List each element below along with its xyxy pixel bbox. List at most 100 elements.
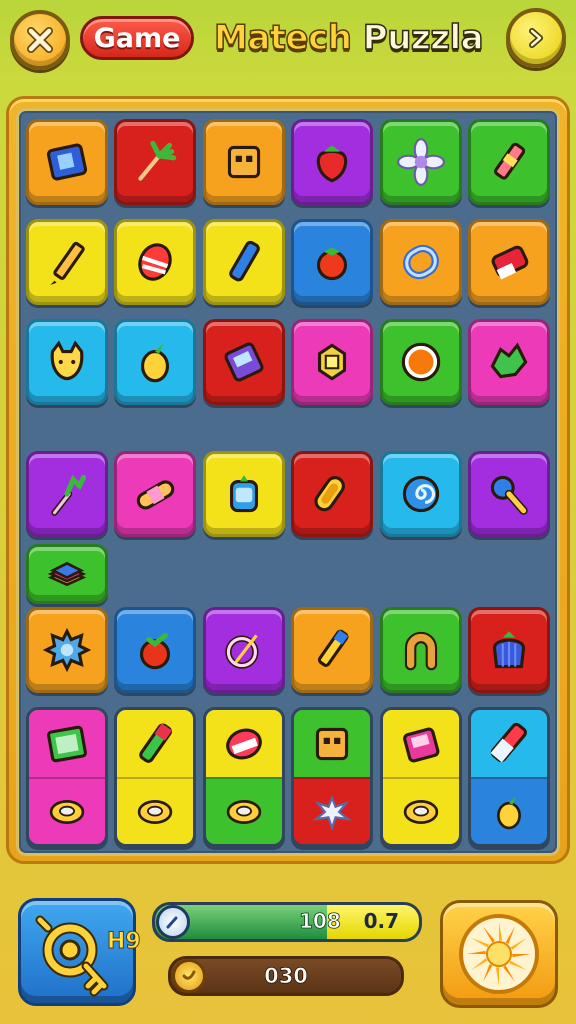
tile[interactable] [114,607,197,693]
flower-icon [394,135,448,189]
arrow-right-icon [529,28,543,48]
cube-box-icon [305,717,359,771]
battery-icon [482,717,536,771]
crayon-icon [482,135,536,189]
blue-book-icon [40,135,94,189]
strawberry-icon [305,135,359,189]
power-up-count: H9 [107,929,142,955]
striped-bag-icon [482,623,536,677]
red-eraser-icon [482,235,536,289]
rattle-icon [482,467,536,521]
tile[interactable] [25,607,108,693]
next-button[interactable] [506,8,566,68]
tile-bottom-half [28,777,105,844]
tile[interactable] [379,607,462,693]
ring-donut-icon [44,789,90,835]
power-up-button[interactable]: H9 [18,898,141,1006]
tile[interactable] [379,119,462,205]
tile[interactable] [468,451,551,537]
tile[interactable] [291,319,374,405]
stacked-tile[interactable] [25,707,108,847]
gear-splat-icon [40,623,94,677]
tile[interactable] [202,219,285,305]
stacked-tile[interactable] [114,707,197,847]
orange-coin-icon [394,335,448,389]
gem-block-icon [305,335,359,389]
cube-box-icon [217,135,271,189]
title-word-1: Matech [213,17,352,59]
stacked-tile[interactable] [202,707,285,847]
pink-box-icon [394,717,448,771]
radish-icon [40,467,94,521]
tile-bottom-half [382,777,459,844]
tile-top-half [117,710,194,777]
puzzle-board [16,108,560,856]
progress-side-value: 0.7 [363,909,399,933]
tile[interactable] [379,319,462,405]
horseshoe-icon [394,623,448,677]
paperclip-icon [394,235,448,289]
tile[interactable] [202,451,285,537]
bandage-icon [128,467,182,521]
tile[interactable] [114,119,197,205]
tile[interactable] [202,607,285,693]
tile[interactable] [468,607,551,693]
coin-icon [172,959,206,993]
tile[interactable] [379,219,462,305]
game-title: Matech Puzzla [213,14,484,62]
tile[interactable] [468,219,551,305]
close-icon [27,27,53,53]
tile[interactable] [25,219,108,305]
close-button[interactable] [10,10,70,70]
progress-bar: 108 0.7 [152,902,422,942]
pencil-icon [40,235,94,289]
ring-donut-icon [221,789,267,835]
leaf-icon [482,335,536,389]
lemon-icon [128,335,182,389]
stacked-tile[interactable] [379,707,462,847]
tile[interactable] [114,219,197,305]
tomato-icon [305,235,359,289]
cat-face-icon [40,335,94,389]
tile[interactable] [291,219,374,305]
bottom-bar: H9 108 0.7 030 [0,872,576,1024]
lemon-icon [486,789,532,835]
tile[interactable] [202,119,285,205]
tile-bottom-half [294,777,371,844]
stacked-tile[interactable] [468,707,551,847]
bomb-button[interactable] [440,900,558,1008]
tile[interactable] [25,451,108,537]
tile[interactable] [114,451,197,537]
stacked-tile[interactable] [291,707,374,847]
tile[interactable] [468,319,551,405]
tile[interactable] [114,319,197,405]
paint-tube-icon [128,717,182,771]
tile[interactable] [25,544,108,604]
progress-value: 108 [299,909,342,934]
drum-can-icon [217,717,271,771]
tile[interactable] [291,607,374,693]
tile[interactable] [291,451,374,537]
safety-pin-icon [305,467,359,521]
tile-top-half [28,710,105,777]
tile-top-half [382,710,459,777]
tile[interactable] [25,319,108,405]
tile-bottom-half [205,777,282,844]
tile[interactable] [202,319,285,405]
sunburst-icon [459,914,539,994]
tile-top-half [294,710,371,777]
blue-pencil-icon [305,623,359,677]
game-mode-button[interactable]: Game [80,16,194,60]
splat-icon [309,789,355,835]
swirl-icon [394,467,448,521]
tile[interactable] [291,119,374,205]
tile-top-half [205,710,282,777]
layered-cake-icon [44,551,90,597]
striped-barrel-icon [128,235,182,289]
ring-donut-icon [132,789,178,835]
tile[interactable] [379,451,462,537]
tile[interactable] [25,119,108,205]
tile[interactable] [468,119,551,205]
top-bar: Game Matech Puzzla [0,0,576,84]
title-word-2: Puzzla [362,17,484,59]
